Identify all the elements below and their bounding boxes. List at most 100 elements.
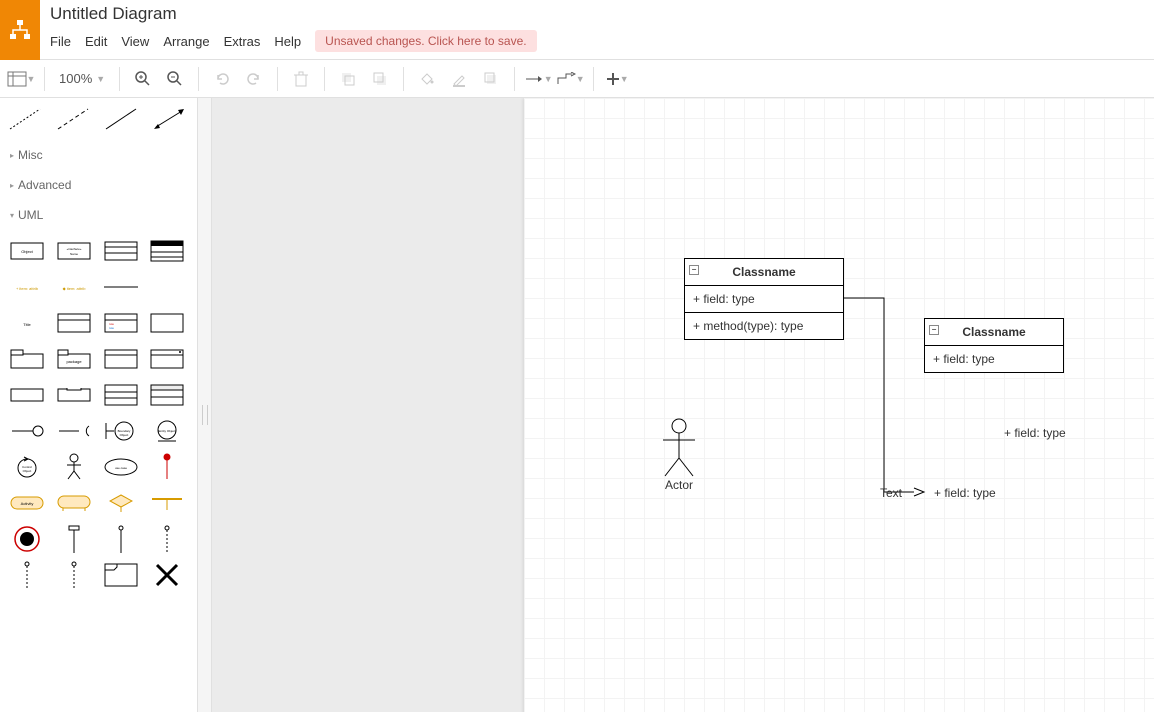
uml-class-1[interactable]: − Classname + field: type + method(type):… <box>684 258 844 340</box>
shape-title[interactable]: Title <box>8 308 46 338</box>
menu-arrange[interactable]: Arrange <box>163 34 209 49</box>
shape-divider[interactable] <box>102 272 140 302</box>
shape-dashed-line[interactable] <box>54 104 92 134</box>
redo-button[interactable] <box>239 64 269 94</box>
shape-dotted-line[interactable] <box>6 104 44 134</box>
shape-item-orange[interactable]: + item: attrib <box>8 272 46 302</box>
add-button[interactable]: ▼ <box>602 64 632 94</box>
shape-box-tab[interactable] <box>55 380 93 410</box>
svg-text:Title: Title <box>23 322 31 327</box>
shape-required-iface[interactable] <box>55 416 93 446</box>
svg-text:«interface»: «interface» <box>66 247 81 251</box>
zoom-out-button[interactable] <box>160 64 190 94</box>
menu-edit[interactable]: Edit <box>85 34 107 49</box>
to-front-button[interactable] <box>333 64 363 94</box>
svg-text:+ item: attrib: + item: attrib <box>16 286 39 291</box>
shape-decision-orange[interactable] <box>102 488 140 518</box>
uml-actor[interactable]: Actor <box>654 418 704 492</box>
shape-class-4[interactable] <box>148 236 186 266</box>
collapse-icon[interactable]: − <box>689 265 699 275</box>
view-mode-button[interactable]: ▼ <box>6 64 36 94</box>
shape-box-1[interactable] <box>8 380 46 410</box>
class1-method[interactable]: + method(type): type <box>685 313 843 339</box>
class1-title: Classname <box>732 265 795 279</box>
shape-blank-box[interactable] <box>148 308 186 338</box>
zoom-in-button[interactable] <box>128 64 158 94</box>
shape-usecase[interactable]: use case <box>102 452 140 482</box>
shape-object[interactable]: Object <box>8 236 46 266</box>
shape-end-state[interactable] <box>8 524 46 554</box>
shape-item-orange-2[interactable]: ◆ item: attrib <box>55 272 93 302</box>
shape-bidir-arrow[interactable] <box>150 104 188 134</box>
shape-activity-orange[interactable]: Activity <box>8 488 46 518</box>
shape-composite-orange[interactable] <box>55 488 93 518</box>
svg-text:◆ item: attrib: ◆ item: attrib <box>62 286 86 291</box>
undo-button[interactable] <box>207 64 237 94</box>
shape-lifeline-2[interactable] <box>102 524 140 554</box>
class1-field[interactable]: + field: type <box>685 286 843 313</box>
shape-fork-orange[interactable] <box>148 488 186 518</box>
shadow-button[interactable] <box>476 64 506 94</box>
uml-class-2[interactable]: −Classname + field: type <box>924 318 1064 373</box>
shape-class-colored[interactable]: rowrow <box>102 308 140 338</box>
edge-1[interactable] <box>844 298 934 498</box>
floating-field-2[interactable]: + field: type <box>934 486 996 500</box>
shape-lifeline-5[interactable] <box>55 560 93 590</box>
menu-extras[interactable]: Extras <box>224 34 261 49</box>
category-uml[interactable]: ▾UML <box>0 200 197 230</box>
floating-field-1[interactable]: + field: type <box>1004 426 1066 440</box>
shape-lifeline-3[interactable] <box>148 524 186 554</box>
waypoint-button[interactable]: ▼ <box>555 64 585 94</box>
shape-empty[interactable] <box>148 272 186 302</box>
shape-class-title-rows[interactable] <box>148 380 186 410</box>
menubar: File Edit View Arrange Extras Help Unsav… <box>50 30 537 52</box>
menu-help[interactable]: Help <box>274 34 301 49</box>
header: Untitled Diagram File Edit View Arrange … <box>0 0 1154 60</box>
save-notice[interactable]: Unsaved changes. Click here to save. <box>315 30 536 52</box>
shape-class-rows[interactable] <box>102 380 140 410</box>
svg-text:Object: Object <box>119 433 128 437</box>
class2-title: Classname <box>962 325 1025 339</box>
shape-lifeline-4[interactable] <box>8 560 46 590</box>
svg-text:Name: Name <box>70 252 78 256</box>
shape-component-tab[interactable] <box>8 344 46 374</box>
class2-field[interactable]: + field: type <box>925 346 1063 372</box>
sidebar-splitter[interactable] <box>198 98 212 712</box>
shape-entity[interactable]: Entity Object <box>148 416 186 446</box>
shape-interface[interactable]: «interface»Name <box>55 236 93 266</box>
diagram-page[interactable]: −Classname + field: type + method(type):… <box>524 98 1154 712</box>
shape-actor[interactable] <box>55 452 93 482</box>
svg-text:Activity: Activity <box>21 501 34 506</box>
shape-class-header-2[interactable] <box>148 344 186 374</box>
shape-control[interactable]: ControlObject <box>8 452 46 482</box>
shape-destruction[interactable] <box>148 560 186 590</box>
svg-text:use case: use case <box>114 466 126 470</box>
shape-package[interactable]: package <box>55 344 93 374</box>
to-back-button[interactable] <box>365 64 395 94</box>
category-misc[interactable]: ▸Misc <box>0 140 197 170</box>
document-title[interactable]: Untitled Diagram <box>50 4 537 24</box>
fill-color-button[interactable] <box>412 64 442 94</box>
line-color-button[interactable] <box>444 64 474 94</box>
svg-text:Object: Object <box>21 249 33 254</box>
shape-line[interactable] <box>102 104 140 134</box>
category-advanced[interactable]: ▸Advanced <box>0 170 197 200</box>
uml-shape-grid: Object «interface»Name + item: attrib ◆ … <box>0 230 197 596</box>
app-logo[interactable] <box>0 0 40 60</box>
shape-frame[interactable] <box>102 560 140 590</box>
shape-boundary[interactable]: BoundaryObject <box>102 416 140 446</box>
svg-text:package: package <box>66 359 82 364</box>
shape-class-header[interactable] <box>102 344 140 374</box>
canvas[interactable]: −Classname + field: type + method(type):… <box>212 98 1154 712</box>
shape-lifeline-1[interactable] <box>55 524 93 554</box>
zoom-select[interactable]: 100%▼ <box>53 71 111 86</box>
shape-class-2row[interactable] <box>55 308 93 338</box>
menu-view[interactable]: View <box>121 34 149 49</box>
delete-button[interactable] <box>286 64 316 94</box>
shape-lifeline-destroy[interactable] <box>148 452 186 482</box>
menu-file[interactable]: File <box>50 34 71 49</box>
edge-label[interactable]: Text <box>880 486 902 500</box>
connection-button[interactable]: ▼ <box>523 64 553 94</box>
shape-class-3[interactable] <box>102 236 140 266</box>
shape-provided-iface[interactable] <box>8 416 46 446</box>
